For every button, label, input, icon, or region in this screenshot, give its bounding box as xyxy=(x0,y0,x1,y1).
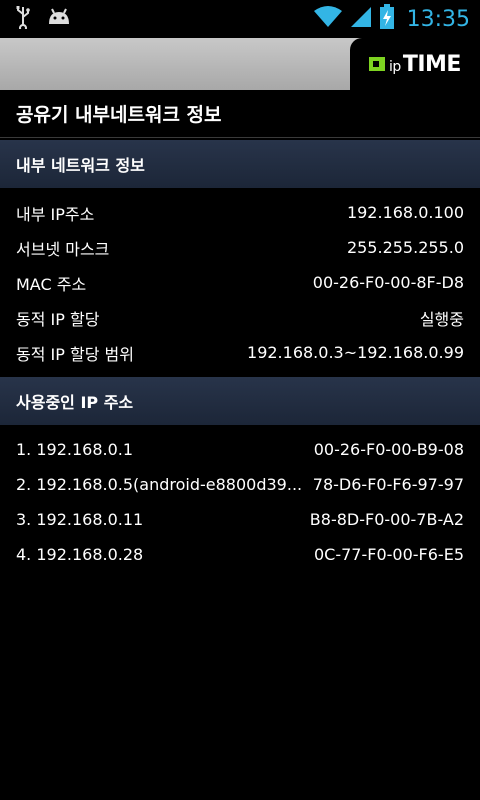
ip-entry: 2. 192.168.0.5(android-e8800d39... xyxy=(16,475,303,494)
info-row-subnet-mask: 서브넷 마스크 255.255.255.0 xyxy=(16,230,464,265)
info-row-internal-ip: 내부 IP주소 192.168.0.100 xyxy=(16,195,464,230)
info-row-mac-address: MAC 주소 00-26-F0-00-8F-D8 xyxy=(16,265,464,300)
mac-entry: B8-8D-F0-00-7B-A2 xyxy=(309,510,464,529)
status-time: 13:35 xyxy=(406,6,470,32)
row-label: MAC 주소 xyxy=(16,274,87,294)
logo-name-text: TIME xyxy=(402,51,462,77)
signal-icon xyxy=(349,5,373,33)
ip-entry: 3. 192.168.0.11 xyxy=(16,510,144,529)
logo-mark-icon xyxy=(369,57,386,71)
page-title: 공유기 내부네트워크 정보 xyxy=(0,90,480,138)
logo-ip-text: ip xyxy=(389,58,401,75)
section-header-used-ips: 사용중인 IP 주소 xyxy=(0,377,480,425)
list-item: 2. 192.168.0.5(android-e8800d39... 78-D6… xyxy=(16,467,464,502)
iptime-logo: ipTIME xyxy=(350,38,480,90)
info-row-dhcp-status: 동적 IP 할당 실행중 xyxy=(16,300,464,335)
wifi-icon xyxy=(313,5,343,33)
app-header: ipTIME xyxy=(0,38,480,90)
row-label: 내부 IP주소 xyxy=(16,204,95,224)
row-label: 서브넷 마스크 xyxy=(16,239,110,259)
ip-entry: 4. 192.168.0.28 xyxy=(16,545,144,564)
android-icon xyxy=(46,6,72,32)
mac-entry: 00-26-F0-00-B9-08 xyxy=(313,440,464,459)
row-label: 동적 IP 할당 범위 xyxy=(16,344,134,364)
list-item: 1. 192.168.0.1 00-26-F0-00-B9-08 xyxy=(16,432,464,467)
usb-icon xyxy=(14,5,32,33)
battery-charging-icon xyxy=(379,4,395,34)
mac-entry: 78-D6-F0-F6-97-97 xyxy=(312,475,464,494)
row-value: 192.168.0.100 xyxy=(346,203,464,222)
row-value: 255.255.255.0 xyxy=(346,238,464,257)
row-label: 동적 IP 할당 xyxy=(16,309,100,329)
row-value: 실행중 xyxy=(419,309,464,329)
section-header-internal-network: 내부 네트워크 정보 xyxy=(0,140,480,188)
ip-entry: 1. 192.168.0.1 xyxy=(16,440,134,459)
status-bar: 13:35 xyxy=(0,0,480,38)
list-item: 3. 192.168.0.11 B8-8D-F0-00-7B-A2 xyxy=(16,502,464,537)
mac-entry: 0C-77-F0-00-F6-E5 xyxy=(314,545,464,564)
row-value: 00-26-F0-00-8F-D8 xyxy=(312,273,464,292)
list-item: 4. 192.168.0.28 0C-77-F0-00-F6-E5 xyxy=(16,537,464,572)
row-value: 192.168.0.3~192.168.0.99 xyxy=(247,343,464,362)
info-row-dhcp-range: 동적 IP 할당 범위 192.168.0.3~192.168.0.99 xyxy=(16,335,464,370)
